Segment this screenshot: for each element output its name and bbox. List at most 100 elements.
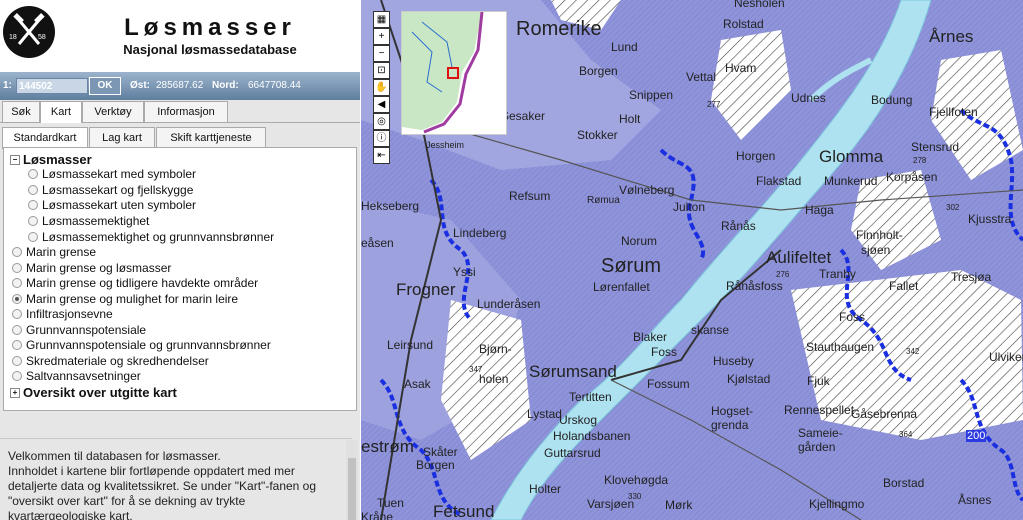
radio-icon[interactable] — [28, 231, 38, 242]
tree-item[interactable]: Marin grense og løsmasser — [12, 261, 171, 275]
radio-checked-icon[interactable] — [12, 293, 22, 304]
tree-item[interactable]: Marin grense og tidligere havdekte områd… — [12, 276, 258, 290]
place-label: Klovehøgda — [604, 473, 669, 487]
info-line: kvartærgeologiske kart. — [8, 509, 133, 520]
tree-item[interactable]: Løsmassemektighet og grunnvannsbrønner — [28, 230, 274, 244]
place-label: Flakstad — [756, 174, 802, 188]
place-label: Vettal — [686, 70, 717, 84]
tab-lag-kart[interactable]: Lag kart — [89, 127, 155, 148]
place-label: Nesholen — [734, 0, 785, 10]
tab-sok[interactable]: Søk — [2, 101, 40, 122]
app-subtitle: Nasjonal løsmassedatabase — [123, 42, 297, 57]
scrollbar-thumb[interactable] — [348, 458, 356, 520]
tree-item-label: Marin grense og løsmasser — [26, 261, 172, 275]
place-label: Lunderåsen — [477, 297, 541, 311]
radio-icon[interactable] — [12, 262, 22, 273]
radio-icon[interactable] — [28, 199, 38, 210]
tab-informasjon[interactable]: Informasjon — [144, 101, 228, 122]
tree-group-label: Løsmasser — [23, 152, 92, 167]
place-label: Borgen — [416, 458, 455, 472]
radio-icon[interactable] — [12, 308, 22, 319]
tree-item-label: Marin grense og mulighet for marin leire — [26, 292, 239, 306]
tree-item-selected[interactable]: Marin grense og mulighet for marin leire — [12, 292, 238, 306]
place-label: Rånåsfoss — [726, 279, 783, 293]
place-label: Tuen — [377, 496, 404, 510]
place-label: Fossum — [647, 377, 690, 391]
tree-item[interactable]: Løsmassekart og fjellskygge — [28, 183, 193, 197]
tree-item[interactable]: Grunnvannspotensiale og grunnvannsbrønne… — [12, 338, 271, 352]
scale-input[interactable] — [16, 78, 88, 94]
tab-standardkart[interactable]: Standardkart — [2, 127, 88, 149]
tab-verktoy[interactable]: Verktøy — [82, 101, 144, 122]
tree-item[interactable]: Løsmassemektighet — [28, 214, 149, 228]
map-toolbar: ▦ + − ⊡ ✋ ◀ ◎ ⓘ ⇤ — [372, 11, 390, 164]
tree-group-oversikt[interactable]: + Oversikt over utgitte kart — [10, 385, 177, 400]
elevation-label: 302 — [946, 203, 960, 212]
radio-icon[interactable] — [28, 215, 38, 226]
tab-kart[interactable]: Kart — [40, 101, 82, 123]
place-label: Huseby — [713, 354, 754, 368]
place-label: sjøen — [861, 243, 891, 257]
radio-icon[interactable] — [28, 184, 38, 195]
place-label: Stokker — [577, 128, 618, 142]
place-label: skanse — [691, 323, 730, 337]
info-line: detaljerte data og kvalitetssikret. Se u… — [8, 479, 317, 493]
place-label: Julton — [673, 200, 706, 214]
app-title: Løsmasser — [124, 14, 296, 41]
place-label: Tranby — [819, 267, 856, 281]
app-header: 18 58 Løsmasser Nasjonal løsmassedatabas… — [0, 0, 360, 72]
place-label: Kjølstad — [727, 372, 771, 386]
back-icon[interactable]: ◀ — [373, 96, 390, 113]
layers-icon[interactable]: ▦ — [373, 11, 390, 28]
info-icon[interactable]: ⓘ — [373, 130, 390, 147]
overview-map[interactable] — [401, 11, 507, 135]
zoom-in-icon[interactable]: + — [373, 28, 390, 45]
tree-group-losmasser[interactable]: − Løsmasser — [10, 152, 92, 167]
radio-icon[interactable] — [12, 277, 22, 288]
scale-label: 1: — [3, 80, 12, 91]
elevation-label: 364 — [899, 430, 913, 439]
place-label: Sameie- — [798, 426, 843, 440]
collapse-icon[interactable]: − — [10, 154, 20, 165]
place-label: Mørk — [665, 498, 693, 512]
place-label: Leirsund — [387, 338, 434, 352]
radio-icon[interactable] — [12, 339, 22, 350]
zoom-out-icon[interactable]: − — [373, 45, 390, 62]
zoom-box-icon[interactable]: ⊡ — [373, 62, 390, 79]
radio-icon[interactable] — [28, 168, 38, 179]
elevation-label: 200 — [966, 430, 987, 442]
place-label: Sørumsand — [529, 362, 617, 381]
place-label: Holandsbanen — [553, 429, 631, 443]
ok-button[interactable]: OK — [89, 77, 121, 95]
tree-item-label: Løsmassemektighet — [42, 214, 150, 228]
north-value: 6647708.44 — [248, 80, 301, 91]
radio-icon[interactable] — [12, 324, 22, 335]
tree-item[interactable]: Skredmateriale og skredhendelser — [12, 354, 209, 368]
place-label: Aulifeltet — [766, 248, 832, 267]
tree-item[interactable]: Grunnvannspotensiale — [12, 323, 146, 337]
tree-item-label: Saltvannsavsetninger — [26, 369, 141, 383]
expand-icon[interactable]: + — [10, 387, 20, 398]
tab-skift-karttjeneste[interactable]: Skift karttjeneste — [156, 127, 266, 148]
place-label: Tertitten — [569, 390, 612, 404]
full-extent-icon[interactable]: ◎ — [373, 113, 390, 130]
tree-item[interactable]: Infiltrasjonsevne — [12, 307, 113, 321]
place-label: Rømua — [587, 195, 620, 206]
tree-item[interactable]: Løsmassekart med symboler — [28, 167, 196, 181]
tree-item[interactable]: Saltvannsavsetninger — [12, 369, 141, 383]
place-label: Frogner — [396, 280, 456, 299]
tree-item[interactable]: Marin grense — [12, 245, 96, 259]
info-scrollbar[interactable] — [346, 440, 358, 520]
radio-icon[interactable] — [12, 370, 22, 381]
place-label: Åsnes — [958, 493, 992, 507]
tree-item-label: Grunnvannspotensiale — [26, 323, 147, 337]
place-label: Glomma — [819, 147, 884, 166]
radio-icon[interactable] — [12, 355, 22, 366]
tree-item[interactable]: Løsmassekart uten symboler — [28, 198, 196, 212]
pan-icon[interactable]: ✋ — [373, 79, 390, 96]
place-label: Yssi — [453, 265, 476, 279]
collapse-icon[interactable]: ⇤ — [373, 147, 390, 164]
east-label: Øst: — [130, 80, 150, 91]
radio-icon[interactable] — [12, 246, 22, 257]
place-label: Asak — [404, 377, 431, 391]
